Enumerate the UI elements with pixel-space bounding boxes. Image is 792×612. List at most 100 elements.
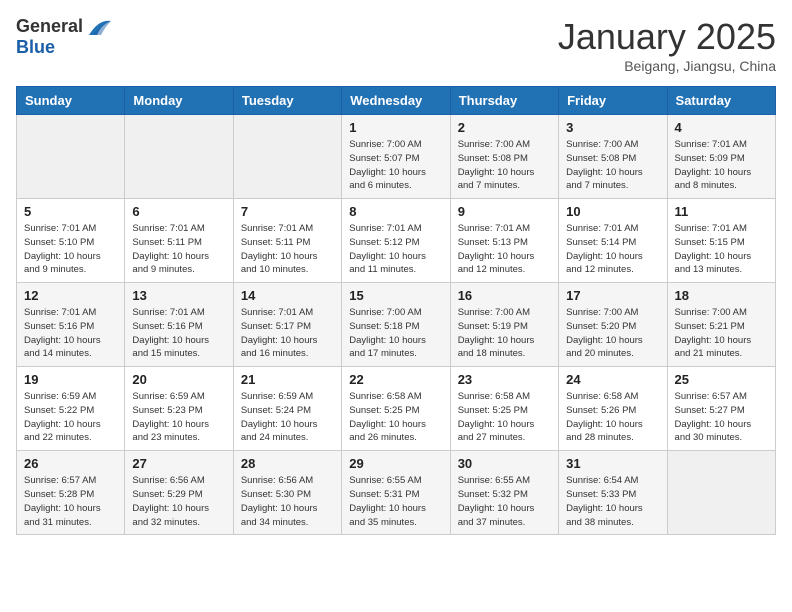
day-info: Sunrise: 6:54 AM Sunset: 5:33 PM Dayligh… xyxy=(566,474,659,529)
page-header: General Blue January 2025 Beigang, Jiang… xyxy=(16,16,776,74)
day-number: 18 xyxy=(675,288,768,303)
day-info: Sunrise: 6:56 AM Sunset: 5:30 PM Dayligh… xyxy=(241,474,334,529)
location-subtitle: Beigang, Jiangsu, China xyxy=(558,58,776,74)
day-info: Sunrise: 6:59 AM Sunset: 5:23 PM Dayligh… xyxy=(132,390,225,445)
day-number: 23 xyxy=(458,372,551,387)
day-info: Sunrise: 6:55 AM Sunset: 5:32 PM Dayligh… xyxy=(458,474,551,529)
day-info: Sunrise: 7:00 AM Sunset: 5:07 PM Dayligh… xyxy=(349,138,442,193)
table-row: 5Sunrise: 7:01 AM Sunset: 5:10 PM Daylig… xyxy=(17,199,125,283)
day-info: Sunrise: 7:01 AM Sunset: 5:11 PM Dayligh… xyxy=(132,222,225,277)
header-thursday: Thursday xyxy=(450,87,558,115)
day-number: 13 xyxy=(132,288,225,303)
table-row: 2 Sunrise: 7:00 AM Sunset: 5:08 PM Daylig… xyxy=(450,115,558,199)
day-info: Sunrise: 6:55 AM Sunset: 5:31 PM Dayligh… xyxy=(349,474,442,529)
table-row: 16 Sunrise: 7:00 AM Sunset: 5:19 PM Dayli… xyxy=(450,283,558,367)
calendar-week-row: 19 Sunrise: 6:59 AM Sunset: 5:22 PM Dayli… xyxy=(17,367,776,451)
day-info: Sunrise: 7:01 AM Sunset: 5:13 PM Dayligh… xyxy=(458,222,551,277)
day-info: Sunrise: 7:01 AM Sunset: 5:14 PM Dayligh… xyxy=(566,222,659,277)
day-info: Sunrise: 7:00 AM Sunset: 5:08 PM Dayligh… xyxy=(566,138,659,193)
table-row xyxy=(233,115,341,199)
day-number: 24 xyxy=(566,372,659,387)
day-info: Sunrise: 7:01 AM Sunset: 5:16 PM Dayligh… xyxy=(132,306,225,361)
day-number: 17 xyxy=(566,288,659,303)
day-number: 30 xyxy=(458,456,551,471)
logo-wing-icon xyxy=(85,17,113,37)
table-row: 26 Sunrise: 6:57 AM Sunset: 5:28 PM Dayli… xyxy=(17,451,125,535)
day-number: 25 xyxy=(675,372,768,387)
day-info: Sunrise: 7:00 AM Sunset: 5:18 PM Dayligh… xyxy=(349,306,442,361)
table-row: 24 Sunrise: 6:58 AM Sunset: 5:26 PM Dayli… xyxy=(559,367,667,451)
day-number: 12 xyxy=(24,288,117,303)
table-row: 29Sunrise: 6:55 AM Sunset: 5:31 PM Dayli… xyxy=(342,451,450,535)
table-row: 11 Sunrise: 7:01 AM Sunset: 5:15 PM Dayli… xyxy=(667,199,775,283)
day-number: 16 xyxy=(458,288,551,303)
day-number: 10 xyxy=(566,204,659,219)
day-info: Sunrise: 6:59 AM Sunset: 5:24 PM Dayligh… xyxy=(241,390,334,445)
table-row: 22 Sunrise: 6:58 AM Sunset: 5:25 PM Dayli… xyxy=(342,367,450,451)
header-saturday: Saturday xyxy=(667,87,775,115)
day-number: 15 xyxy=(349,288,442,303)
day-info: Sunrise: 6:58 AM Sunset: 5:26 PM Dayligh… xyxy=(566,390,659,445)
day-number: 6 xyxy=(132,204,225,219)
day-number: 4 xyxy=(675,120,768,135)
table-row: 6 Sunrise: 7:01 AM Sunset: 5:11 PM Daylig… xyxy=(125,199,233,283)
day-number: 11 xyxy=(675,204,768,219)
day-info: Sunrise: 6:58 AM Sunset: 5:25 PM Dayligh… xyxy=(458,390,551,445)
header-tuesday: Tuesday xyxy=(233,87,341,115)
calendar-week-row: 5Sunrise: 7:01 AM Sunset: 5:10 PM Daylig… xyxy=(17,199,776,283)
day-number: 26 xyxy=(24,456,117,471)
table-row: 25 Sunrise: 6:57 AM Sunset: 5:27 PM Dayli… xyxy=(667,367,775,451)
table-row: 1 Sunrise: 7:00 AM Sunset: 5:07 PM Daylig… xyxy=(342,115,450,199)
day-number: 21 xyxy=(241,372,334,387)
day-info: Sunrise: 6:59 AM Sunset: 5:22 PM Dayligh… xyxy=(24,390,117,445)
day-number: 3 xyxy=(566,120,659,135)
day-number: 19 xyxy=(24,372,117,387)
header-monday: Monday xyxy=(125,87,233,115)
day-info: Sunrise: 7:00 AM Sunset: 5:08 PM Dayligh… xyxy=(458,138,551,193)
header-wednesday: Wednesday xyxy=(342,87,450,115)
table-row: 10 Sunrise: 7:01 AM Sunset: 5:14 PM Dayli… xyxy=(559,199,667,283)
day-number: 31 xyxy=(566,456,659,471)
table-row: 14Sunrise: 7:01 AM Sunset: 5:17 PM Dayli… xyxy=(233,283,341,367)
day-number: 1 xyxy=(349,120,442,135)
day-info: Sunrise: 7:01 AM Sunset: 5:15 PM Dayligh… xyxy=(675,222,768,277)
table-row: 3 Sunrise: 7:00 AM Sunset: 5:08 PM Daylig… xyxy=(559,115,667,199)
day-info: Sunrise: 6:58 AM Sunset: 5:25 PM Dayligh… xyxy=(349,390,442,445)
calendar-week-row: 1 Sunrise: 7:00 AM Sunset: 5:07 PM Daylig… xyxy=(17,115,776,199)
day-number: 8 xyxy=(349,204,442,219)
table-row: 9 Sunrise: 7:01 AM Sunset: 5:13 PM Daylig… xyxy=(450,199,558,283)
day-number: 22 xyxy=(349,372,442,387)
table-row: 4 Sunrise: 7:01 AM Sunset: 5:09 PM Daylig… xyxy=(667,115,775,199)
table-row: 28 Sunrise: 6:56 AM Sunset: 5:30 PM Dayli… xyxy=(233,451,341,535)
day-number: 20 xyxy=(132,372,225,387)
table-row: 8 Sunrise: 7:01 AM Sunset: 5:12 PM Daylig… xyxy=(342,199,450,283)
month-title: January 2025 xyxy=(558,16,776,58)
day-info: Sunrise: 7:01 AM Sunset: 5:09 PM Dayligh… xyxy=(675,138,768,193)
table-row: 20 Sunrise: 6:59 AM Sunset: 5:23 PM Dayli… xyxy=(125,367,233,451)
day-number: 9 xyxy=(458,204,551,219)
calendar-week-row: 26 Sunrise: 6:57 AM Sunset: 5:28 PM Dayli… xyxy=(17,451,776,535)
day-info: Sunrise: 6:57 AM Sunset: 5:28 PM Dayligh… xyxy=(24,474,117,529)
day-info: Sunrise: 7:00 AM Sunset: 5:19 PM Dayligh… xyxy=(458,306,551,361)
calendar-week-row: 12 Sunrise: 7:01 AM Sunset: 5:16 PM Dayli… xyxy=(17,283,776,367)
logo: General Blue xyxy=(16,16,113,58)
table-row: 17 Sunrise: 7:00 AM Sunset: 5:20 PM Dayli… xyxy=(559,283,667,367)
table-row: 19 Sunrise: 6:59 AM Sunset: 5:22 PM Dayli… xyxy=(17,367,125,451)
table-row: 21 Sunrise: 6:59 AM Sunset: 5:24 PM Dayli… xyxy=(233,367,341,451)
day-info: Sunrise: 6:57 AM Sunset: 5:27 PM Dayligh… xyxy=(675,390,768,445)
header-friday: Friday xyxy=(559,87,667,115)
day-number: 2 xyxy=(458,120,551,135)
day-number: 27 xyxy=(132,456,225,471)
table-row xyxy=(17,115,125,199)
table-row: 30 Sunrise: 6:55 AM Sunset: 5:32 PM Dayli… xyxy=(450,451,558,535)
table-row: 7Sunrise: 7:01 AM Sunset: 5:11 PM Daylig… xyxy=(233,199,341,283)
table-row xyxy=(125,115,233,199)
day-info: Sunrise: 7:01 AM Sunset: 5:16 PM Dayligh… xyxy=(24,306,117,361)
table-row: 31 Sunrise: 6:54 AM Sunset: 5:33 PM Dayli… xyxy=(559,451,667,535)
table-row xyxy=(667,451,775,535)
day-number: 28 xyxy=(241,456,334,471)
table-row: 15 Sunrise: 7:00 AM Sunset: 5:18 PM Dayli… xyxy=(342,283,450,367)
day-info: Sunrise: 7:00 AM Sunset: 5:20 PM Dayligh… xyxy=(566,306,659,361)
day-info: Sunrise: 7:01 AM Sunset: 5:12 PM Dayligh… xyxy=(349,222,442,277)
calendar-table: Sunday Monday Tuesday Wednesday Thursday… xyxy=(16,86,776,535)
